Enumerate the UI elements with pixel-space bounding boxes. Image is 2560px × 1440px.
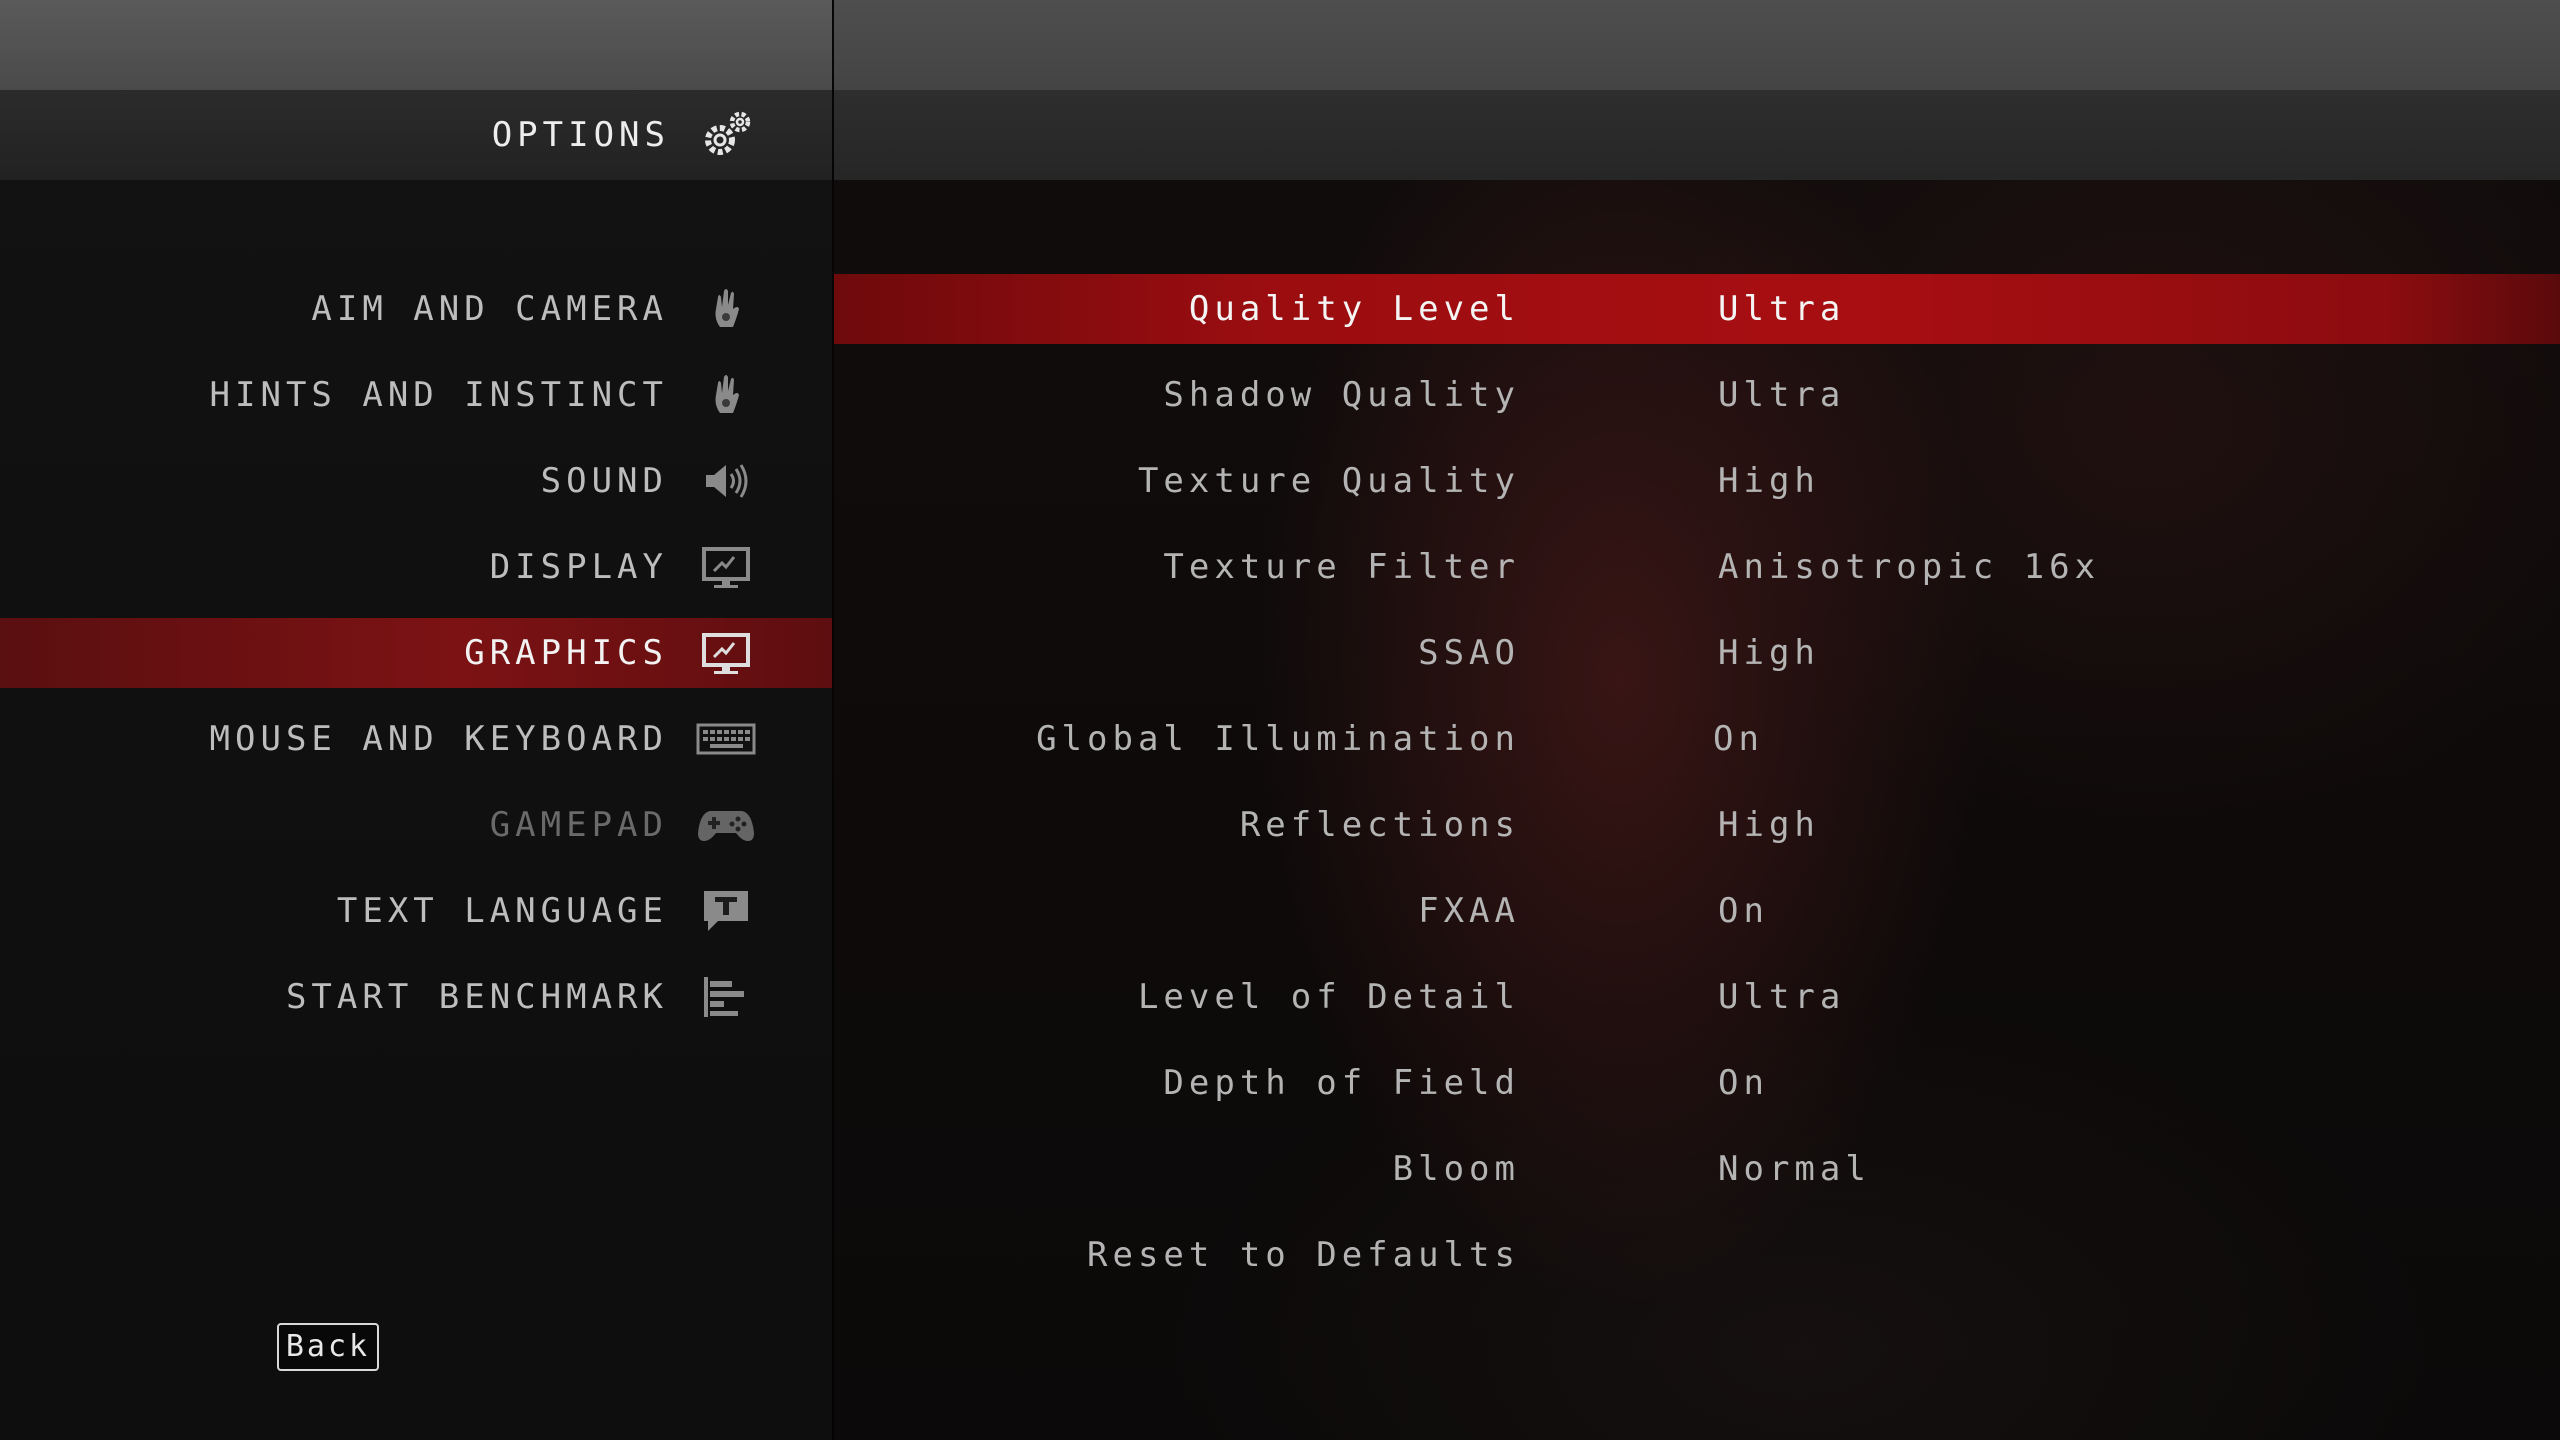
setting-row-quality-level[interactable]: Quality Level Ultra	[834, 274, 2560, 344]
setting-value[interactable]: Ultra	[1718, 962, 1845, 1032]
page-title: OPTIONS	[491, 115, 670, 155]
reset-to-defaults-button[interactable]: Reset to Defaults	[834, 1220, 2560, 1290]
setting-row-texture-quality[interactable]: Texture Quality High	[834, 446, 2560, 516]
setting-value[interactable]: Ultra	[1718, 274, 1845, 344]
setting-value[interactable]: On	[1718, 1048, 1769, 1118]
setting-label: Shadow Quality	[1163, 375, 1520, 415]
menu-item-label: TEXT LANGUAGE	[336, 891, 668, 931]
setting-label: SSAO	[1418, 633, 1520, 673]
setting-value[interactable]: On	[1718, 876, 1769, 946]
menu-item-hints-and-instinct[interactable]: HINTS AND INSTINCT	[0, 360, 832, 430]
menu-item-aim-and-camera[interactable]: AIM AND CAMERA	[0, 274, 832, 344]
setting-label: FXAA	[1418, 891, 1520, 931]
menu-item-label: AIM AND CAMERA	[311, 289, 668, 329]
hand-icon	[715, 375, 739, 413]
setting-row-fxaa[interactable]: FXAA On	[834, 876, 2560, 946]
gears-icon	[705, 111, 751, 155]
setting-value[interactable]: On	[1713, 704, 1764, 774]
menu-item-label: GAMEPAD	[489, 805, 668, 845]
setting-label: Reset to Defaults	[1087, 1235, 1520, 1275]
setting-label: Reflections	[1239, 805, 1520, 845]
top-strip-right	[834, 0, 2560, 90]
gamepad-icon	[698, 811, 754, 841]
menu-item-mouse-and-keyboard[interactable]: MOUSE AND KEYBOARD	[0, 704, 832, 774]
setting-row-global-illumination[interactable]: Global Illumination On	[834, 704, 2560, 774]
menu-item-label: DISPLAY	[489, 547, 668, 587]
keyboard-icon	[696, 723, 756, 755]
back-button[interactable]: Back	[277, 1323, 379, 1371]
text-language-icon	[704, 891, 748, 931]
top-strip-left	[0, 0, 832, 90]
benchmark-icon	[704, 977, 744, 1017]
setting-value[interactable]: Normal	[1718, 1134, 1871, 1204]
menu-item-label: MOUSE AND KEYBOARD	[209, 719, 668, 759]
menu-item-gamepad[interactable]: GAMEPAD	[0, 790, 832, 860]
menu-item-label: START BENCHMARK	[285, 977, 668, 1017]
setting-label: Global Illumination	[1036, 719, 1520, 759]
setting-row-bloom[interactable]: Bloom Normal	[834, 1134, 2560, 1204]
setting-row-level-of-detail[interactable]: Level of Detail Ultra	[834, 962, 2560, 1032]
monitor-icon	[702, 547, 750, 588]
setting-value[interactable]: High	[1718, 790, 1820, 860]
speaker-icon	[706, 464, 748, 498]
setting-row-ssao[interactable]: SSAO High	[834, 618, 2560, 688]
monitor-icon	[702, 633, 750, 674]
hand-icon	[715, 289, 739, 327]
setting-label: Texture Quality	[1137, 461, 1520, 501]
setting-label: Texture Filter	[1163, 547, 1520, 587]
setting-value[interactable]: High	[1718, 446, 1820, 516]
setting-value[interactable]: Anisotropic 16x	[1718, 532, 2100, 602]
setting-value[interactable]: High	[1718, 618, 1820, 688]
menu-item-graphics[interactable]: GRAPHICS	[0, 618, 832, 688]
setting-value[interactable]: Ultra	[1718, 360, 1845, 430]
setting-label: Level of Detail	[1137, 977, 1520, 1017]
menu-item-sound[interactable]: SOUND	[0, 446, 832, 516]
header-bar-right	[834, 90, 2560, 180]
menu-item-display[interactable]: DISPLAY	[0, 532, 832, 602]
setting-row-shadow-quality[interactable]: Shadow Quality Ultra	[834, 360, 2560, 430]
setting-row-reflections[interactable]: Reflections High	[834, 790, 2560, 860]
setting-label: Depth of Field	[1163, 1063, 1520, 1103]
menu-item-text-language[interactable]: TEXT LANGUAGE	[0, 876, 832, 946]
setting-label: Quality Level	[1188, 289, 1520, 329]
setting-label: Bloom	[1392, 1149, 1520, 1189]
menu-item-start-benchmark[interactable]: START BENCHMARK	[0, 962, 832, 1032]
setting-row-texture-filter[interactable]: Texture Filter Anisotropic 16x	[834, 532, 2560, 602]
menu-item-label: GRAPHICS	[464, 633, 668, 673]
setting-row-depth-of-field[interactable]: Depth of Field On	[834, 1048, 2560, 1118]
menu-item-label: SOUND	[540, 461, 668, 501]
menu-item-label: HINTS AND INSTINCT	[209, 375, 668, 415]
